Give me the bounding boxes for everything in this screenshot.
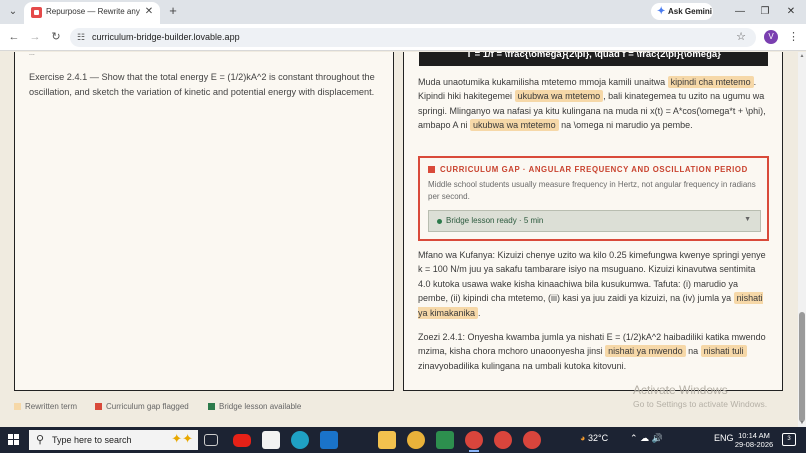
bookmark-star-icon[interactable]: ☆ <box>736 30 746 43</box>
chrome-profile-icon[interactable] <box>494 431 512 449</box>
watermark-subtitle: Go to Settings to activate Windows. <box>633 399 768 409</box>
scroll-down-icon[interactable]: ▼ <box>799 420 805 426</box>
restore-icon[interactable]: ❐ <box>758 5 772 19</box>
chevron-up-icon[interactable]: ⌃ <box>630 433 638 443</box>
ask-gemini-label: Ask Gemini <box>668 7 713 16</box>
language-indicator[interactable]: ENG <box>714 433 734 443</box>
outlook-icon[interactable] <box>320 431 338 449</box>
reload-icon[interactable]: ↻ <box>49 30 63 44</box>
formula-block: T = 1/f = \frac{\omega}{2\pi}, \quad f =… <box>419 52 768 66</box>
clock-time: 10:14 AM <box>738 431 770 440</box>
browser-menu-icon[interactable]: ⋮ <box>788 30 799 44</box>
temperature: 32°C <box>587 433 609 443</box>
network-icon[interactable]: ☁ <box>640 433 649 443</box>
bridge-swatch <box>208 403 215 410</box>
paragraph-text: Muda unaotumika kukamilisha mtetemo mmoj… <box>418 77 668 87</box>
tab-search-icon[interactable]: ⌄ <box>6 5 20 19</box>
activate-windows-watermark: Activate Windows Go to Settings to activ… <box>633 383 767 409</box>
watermark-title: Activate Windows <box>633 383 728 397</box>
paragraph-period: Muda unaotumika kukamilisha mtetemo mmoj… <box>418 75 770 133</box>
rewritten-lesson-panel: T = 1/f = \frac{\omega}{2\pi}, \quad f =… <box>403 52 783 391</box>
browser-tab[interactable]: Repurpose — Rewrite any lesso ✕ <box>24 2 160 24</box>
edge-icon[interactable] <box>291 431 309 449</box>
address-bar[interactable]: ☷ curriculum-bridge-builder.lovable.app … <box>70 28 756 47</box>
volume-icon[interactable]: 🔊 <box>652 433 663 443</box>
rewritten-term: nishati ya mwendo <box>605 345 686 358</box>
notifications-icon[interactable]: 3 <box>782 433 796 446</box>
search-highlight-icon: ✦✦ <box>171 431 193 446</box>
legend-gap-label: Curriculum gap flagged <box>106 402 189 411</box>
rewritten-term: nishati tuli <box>700 345 747 358</box>
page-content: ... Exercise 2.4.1 — Show that the total… <box>0 52 798 427</box>
search-icon: ⚲ <box>36 434 45 446</box>
paragraph-text: na \omega ni marudio ya pembe. <box>558 120 693 131</box>
truncated-text-fragment: ... <box>29 52 35 57</box>
gap-title: CURRICULUM GAP · ANGULAR FREQUENCY AND O… <box>440 165 748 174</box>
chevron-down-icon[interactable]: ▼ <box>744 216 751 223</box>
curriculum-gap-card: CURRICULUM GAP · ANGULAR FREQUENCY AND O… <box>418 156 769 241</box>
rewritten-swatch <box>14 403 21 410</box>
microsoft-store-icon[interactable] <box>262 431 280 449</box>
site-info-icon[interactable]: ☷ <box>77 32 85 43</box>
chrome-window-icon[interactable] <box>523 431 541 449</box>
bridge-lesson-toggle[interactable]: Bridge lesson ready · 5 min ▼ <box>428 210 761 232</box>
clock-date: 29-08-2026 <box>734 440 774 449</box>
scroll-up-icon[interactable]: ▲ <box>799 53 805 59</box>
chrome-active-icon[interactable] <box>465 431 483 452</box>
search-placeholder: Type here to search <box>52 435 132 445</box>
paragraph-text: Mfano wa Kufanya: Kizuizi chenye uzito w… <box>418 250 766 304</box>
ask-gemini-button[interactable]: ✦ Ask Gemini <box>651 3 713 20</box>
browser-toolbar: ← → ↻ ☷ curriculum-bridge-builder.lovabl… <box>0 24 806 51</box>
forward-icon[interactable]: → <box>28 30 42 44</box>
file-explorer-icon[interactable] <box>378 431 396 449</box>
paragraph-exercise: Zoezi 2.4.1: Onyesha kwamba jumla ya nis… <box>418 330 770 373</box>
tab-close-icon[interactable]: ✕ <box>143 6 155 18</box>
rewritten-term: ukubwa wa mtetemo <box>514 90 604 103</box>
window-close-icon[interactable]: ✕ <box>784 5 798 19</box>
paragraph-example: Mfano wa Kufanya: Kizuizi chenye uzito w… <box>418 248 770 320</box>
original-lesson-panel: ... Exercise 2.4.1 — Show that the total… <box>14 52 394 391</box>
weather-icon: ◕ <box>580 433 586 443</box>
rewritten-term: kipindi cha mtetemo <box>667 76 754 88</box>
legend-rewritten-label: Rewritten term <box>25 402 78 411</box>
gap-description: Middle school students usually measure f… <box>428 180 756 201</box>
bridge-status-dot-icon <box>437 219 442 224</box>
taskbar-clock[interactable]: 10:14 AM 29-08-2026 <box>733 431 775 449</box>
new-tab-icon[interactable]: + <box>166 4 180 18</box>
legend-bridge-label: Bridge lesson available <box>219 402 302 411</box>
photos-icon[interactable] <box>436 431 454 449</box>
tray-icons[interactable]: ⌃ ☁ 🔊 <box>630 433 663 444</box>
exercise-text: Exercise 2.4.1 — Show that the total ene… <box>29 72 375 97</box>
gemini-sparkle-icon: ✦ <box>657 6 666 17</box>
back-icon[interactable]: ← <box>7 30 21 44</box>
rewritten-term: ukubwa wa mtetemo <box>470 119 559 132</box>
gap-swatch <box>95 403 102 410</box>
paragraph-text: na <box>685 346 701 357</box>
paragraph-text: zinavyobadilika kulingana na umbali kuto… <box>418 360 627 371</box>
browser-tab-strip: ⌄ Repurpose — Rewrite any lesso ✕ + ✦ As… <box>0 0 806 24</box>
weather-widget[interactable]: ◕ 32°C <box>580 433 608 443</box>
scrollbar-thumb[interactable] <box>799 312 805 422</box>
chrome-icon[interactable] <box>407 431 425 449</box>
url-text[interactable]: curriculum-bridge-builder.lovable.app <box>92 32 240 42</box>
youtube-icon[interactable] <box>233 434 251 447</box>
task-view-icon[interactable] <box>204 434 218 446</box>
gap-flag-icon <box>428 166 435 173</box>
bridge-lesson-label: Bridge lesson ready · 5 min <box>446 216 544 225</box>
favicon-icon <box>31 7 42 18</box>
paragraph-text: . <box>478 307 481 318</box>
taskbar-search[interactable]: ⚲ Type here to search ✦✦ <box>29 430 198 450</box>
page-scrollbar[interactable]: ▲ ▼ <box>798 52 806 427</box>
profile-avatar[interactable]: V <box>764 30 778 44</box>
windows-start-icon[interactable] <box>8 434 20 446</box>
minimize-icon[interactable]: — <box>733 5 747 19</box>
tab-title: Repurpose — Rewrite any lesso <box>46 7 142 16</box>
windows-taskbar: ⚲ Type here to search ✦✦ ◕ 32°C ⌃ ☁ 🔊 EN… <box>0 427 806 453</box>
